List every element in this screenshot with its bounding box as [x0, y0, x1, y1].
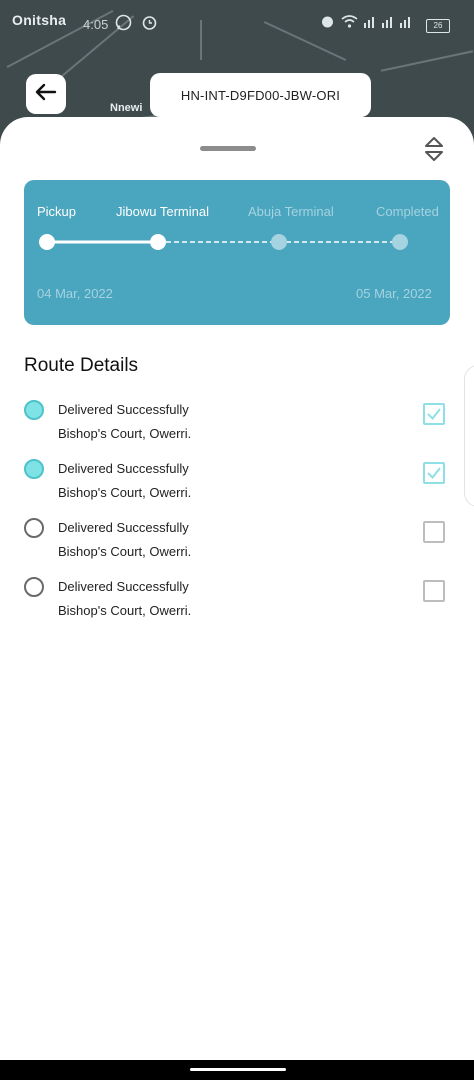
- route-address: Bishop's Court, Owerri.: [58, 485, 192, 500]
- route-status: Delivered Successfully: [58, 402, 189, 417]
- wifi-icon: [340, 14, 358, 32]
- drag-handle[interactable]: [200, 146, 256, 151]
- route-item: Delivered Successfully Bishop's Court, O…: [24, 518, 450, 568]
- start-date: 04 Mar, 2022: [37, 286, 113, 301]
- route-item: Delivered Successfully Bishop's Court, O…: [24, 459, 450, 509]
- arrow-left-icon: [35, 83, 57, 106]
- route-checkbox[interactable]: [423, 521, 445, 543]
- route-radio[interactable]: [24, 518, 44, 538]
- route-radio[interactable]: [24, 400, 44, 420]
- route-radio[interactable]: [24, 459, 44, 479]
- delivery-progress-card: Pickup Jibowu Terminal Abuja Terminal Co…: [24, 180, 450, 325]
- system-nav-bar: [0, 1060, 474, 1080]
- route-radio[interactable]: [24, 577, 44, 597]
- status-city-label: Onitsha: [12, 12, 67, 28]
- signal-icon: [362, 14, 422, 32]
- check-icon: [427, 408, 441, 421]
- route-address: Bishop's Court, Owerri.: [58, 544, 192, 559]
- route-status: Delivered Successfully: [58, 520, 189, 535]
- home-gesture-pill[interactable]: [190, 1068, 286, 1071]
- map-place-label: Nnewi: [110, 102, 143, 114]
- route-checkbox[interactable]: [423, 580, 445, 602]
- alarm-icon: [140, 14, 158, 32]
- route-status: Delivered Successfully: [58, 461, 189, 476]
- stage-dot-completed: [392, 234, 408, 250]
- sort-icon[interactable]: [423, 135, 445, 163]
- route-checkbox[interactable]: [423, 403, 445, 425]
- stage-dot-pickup: [39, 234, 55, 250]
- status-bar: Onitsha 4:05 26: [0, 0, 474, 48]
- progress-track: [39, 234, 408, 250]
- tracking-id-pill: HN-INT-D9FD00-JBW-ORI: [150, 73, 371, 117]
- end-date: 05 Mar, 2022: [356, 286, 432, 301]
- route-status: Delivered Successfully: [58, 579, 189, 594]
- route-address: Bishop's Court, Owerri.: [58, 426, 192, 441]
- tracking-id: HN-INT-D9FD00-JBW-ORI: [180, 87, 341, 103]
- route-checkbox[interactable]: [423, 462, 445, 484]
- route-item: Delivered Successfully Bishop's Court, O…: [24, 400, 450, 450]
- route-address: Bishop's Court, Owerri.: [58, 603, 192, 618]
- back-button[interactable]: [26, 74, 66, 114]
- whatsapp-icon: [114, 14, 132, 32]
- details-sheet: Pickup Jibowu Terminal Abuja Terminal Co…: [0, 117, 474, 1060]
- battery-indicator: 26: [426, 19, 450, 33]
- route-details-title: Route Details: [24, 355, 139, 376]
- stage-dot-abuja-terminal: [271, 234, 287, 250]
- alarm-icon: [318, 14, 336, 32]
- side-panel-tab[interactable]: [464, 365, 474, 507]
- route-item: Delivered Successfully Bishop's Court, O…: [24, 577, 450, 627]
- status-time: 4:05: [83, 17, 109, 32]
- stage-dot-jibowu-terminal: [150, 234, 166, 250]
- check-icon: [427, 467, 441, 480]
